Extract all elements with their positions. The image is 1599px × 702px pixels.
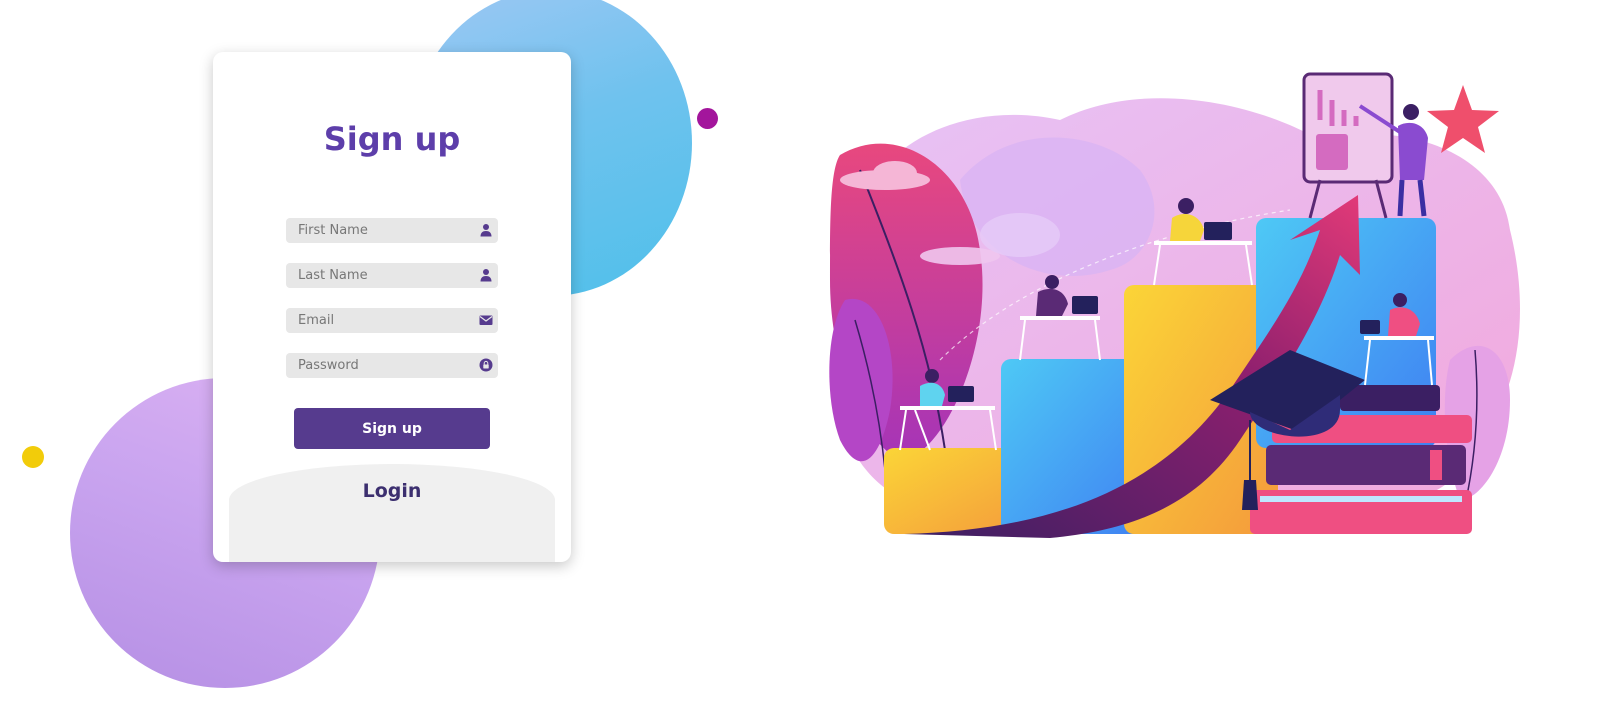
first-name-field[interactable] xyxy=(286,218,498,243)
last-name-field[interactable] xyxy=(286,263,498,288)
signup-card: Sign up Sign up Login xyxy=(213,52,571,562)
last-name-input[interactable] xyxy=(286,263,466,288)
lock-icon xyxy=(479,358,493,372)
first-name-input[interactable] xyxy=(286,218,466,243)
signup-title: Sign up xyxy=(323,120,461,158)
password-field[interactable] xyxy=(286,353,498,378)
login-link[interactable]: Login xyxy=(213,480,571,502)
email-input[interactable] xyxy=(286,308,466,333)
decorative-yellow-dot xyxy=(22,446,44,468)
user-icon xyxy=(480,269,492,282)
user-icon xyxy=(480,224,492,237)
education-growth-illustration xyxy=(829,72,1520,538)
decorative-magenta-dot xyxy=(697,108,718,129)
password-input[interactable] xyxy=(286,353,466,378)
envelope-icon xyxy=(479,315,493,325)
login-panel xyxy=(229,464,555,562)
email-field[interactable] xyxy=(286,308,498,333)
signup-button[interactable]: Sign up xyxy=(294,408,490,449)
